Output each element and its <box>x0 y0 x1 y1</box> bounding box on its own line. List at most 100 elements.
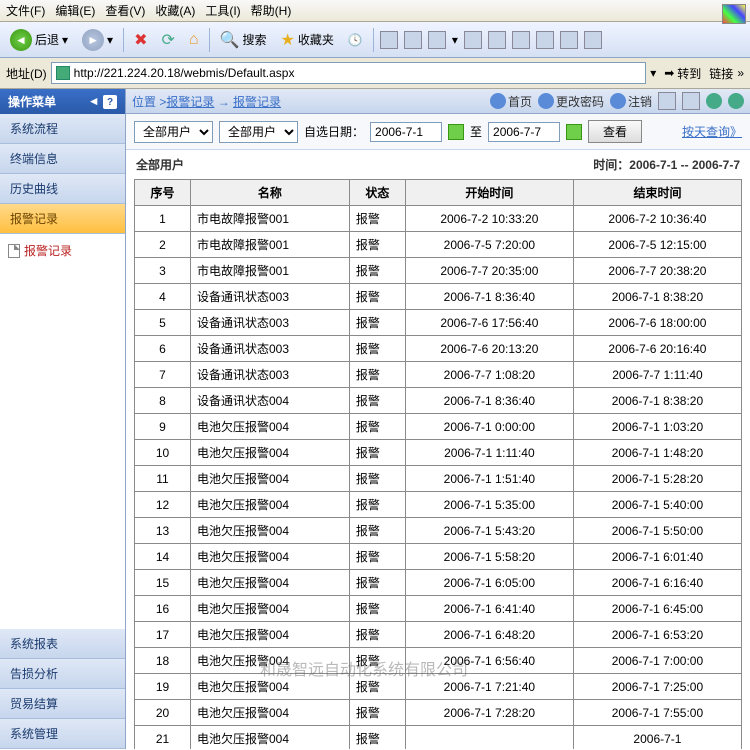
home-icon <box>490 93 506 109</box>
toolbar-icon[interactable] <box>658 92 676 110</box>
search-icon: 🔍 <box>220 30 240 50</box>
table-cell: 市电故障报警001 <box>190 232 349 258</box>
table-cell: 2006-7-1 6:05:00 <box>405 570 573 596</box>
table-cell: 2006-7-7 20:35:00 <box>405 258 573 284</box>
table-row: 18电池欠压报警004报警2006-7-1 6:56:402006-7-1 7:… <box>135 648 742 674</box>
table-cell: 2006-7-1 6:41:40 <box>405 596 573 622</box>
toolbar-icon[interactable] <box>488 31 506 49</box>
user-select-2[interactable]: 全部用户 <box>219 121 298 143</box>
table-cell: 电池欠压报警004 <box>190 518 349 544</box>
home-icon[interactable]: ⌂ <box>185 29 203 51</box>
sidebar-item[interactable]: 报警记录 <box>0 204 125 234</box>
view-button[interactable]: 查看 <box>588 120 642 143</box>
sidebar-subpanel: 报警记录 <box>0 234 125 629</box>
table-cell: 9 <box>135 414 191 440</box>
url-field[interactable]: http://221.224.20.18/webmis/Default.aspx <box>51 62 647 84</box>
table-cell: 13 <box>135 518 191 544</box>
nav-next-icon[interactable] <box>728 93 744 109</box>
column-header: 序号 <box>135 180 191 206</box>
sidebar: 操作菜单 ◄ ? 系统流程终端信息历史曲线报警记录 报警记录 系统报表告损分析贸… <box>0 89 126 749</box>
table-cell: 15 <box>135 570 191 596</box>
chevron-left-icon[interactable]: ◄ <box>88 94 100 108</box>
menu-item[interactable]: 收藏(A) <box>155 2 195 19</box>
table-cell: 报警 <box>349 310 405 336</box>
table-cell: 电池欠压报警004 <box>190 622 349 648</box>
table-cell: 2006-7-2 10:36:40 <box>573 206 741 232</box>
menu-item[interactable]: 编辑(E) <box>55 2 95 19</box>
sidebar-item[interactable]: 系统报表 <box>0 629 125 659</box>
toolbar-icon[interactable] <box>584 31 602 49</box>
windows-logo-icon <box>722 4 746 24</box>
breadcrumb-link[interactable]: 报警记录 <box>233 95 281 109</box>
logout-button[interactable]: 注销 <box>610 93 652 110</box>
table-cell: 报警 <box>349 440 405 466</box>
breadcrumb-link[interactable]: 报警记录 <box>166 95 214 109</box>
sidebar-sub-item[interactable]: 报警记录 <box>6 238 119 263</box>
go-button[interactable]: ➡ 转到 <box>660 63 705 84</box>
help-icon[interactable]: ? <box>103 95 117 109</box>
table-cell: 电池欠压报警004 <box>190 414 349 440</box>
sidebar-item[interactable]: 终端信息 <box>0 144 125 174</box>
sidebar-item[interactable]: 系统流程 <box>0 114 125 144</box>
table-cell: 报警 <box>349 206 405 232</box>
sidebar-item[interactable]: 贸易结算 <box>0 689 125 719</box>
table-row: 3市电故障报警001报警2006-7-7 20:35:002006-7-7 20… <box>135 258 742 284</box>
menu-item[interactable]: 帮助(H) <box>251 2 292 19</box>
column-header: 结束时间 <box>573 180 741 206</box>
stop-icon[interactable]: ✖ <box>130 28 151 52</box>
column-header: 开始时间 <box>405 180 573 206</box>
main-panel: 位置 >报警记录 → 报警记录 首页 更改密码 注销 全部用户 全部用户 自选日… <box>126 89 750 749</box>
home-button[interactable]: 首页 <box>490 93 532 110</box>
table-cell: 2006-7-1 6:48:20 <box>405 622 573 648</box>
menu-item[interactable]: 查看(V) <box>105 2 145 19</box>
sidebar-item[interactable]: 系统管理 <box>0 719 125 749</box>
nav-prev-icon[interactable] <box>706 93 722 109</box>
table-cell: 2006-7-1 6:56:40 <box>405 648 573 674</box>
table-cell: 1 <box>135 206 191 232</box>
toolbar-icon[interactable] <box>428 31 446 49</box>
toolbar-icon[interactable] <box>404 31 422 49</box>
menu-item[interactable]: 文件(F) <box>6 2 45 19</box>
toolbar-icon[interactable] <box>536 31 554 49</box>
links-label[interactable]: 链接 <box>709 65 733 82</box>
date-from-input[interactable] <box>370 122 442 142</box>
table-row: 8设备通讯状态004报警2006-7-1 8:36:402006-7-1 8:3… <box>135 388 742 414</box>
toolbar-icon[interactable] <box>682 92 700 110</box>
table-row: 21电池欠压报警004报警2006-7-1 <box>135 726 742 750</box>
search-button[interactable]: 🔍搜索 <box>216 28 271 52</box>
sidebar-item[interactable]: 历史曲线 <box>0 174 125 204</box>
calendar-icon[interactable] <box>566 124 582 140</box>
document-icon <box>8 244 20 258</box>
refresh-icon[interactable]: ⟳ <box>157 28 178 52</box>
table-row: 1市电故障报警001报警2006-7-2 10:33:202006-7-2 10… <box>135 206 742 232</box>
toolbar-icon[interactable] <box>560 31 578 49</box>
forward-button[interactable]: ► ▾ <box>78 27 117 53</box>
toolbar-icon[interactable] <box>464 31 482 49</box>
table-cell: 市电故障报警001 <box>190 206 349 232</box>
table-cell: 设备通讯状态003 <box>190 336 349 362</box>
table-cell: 2006-7-1 6:01:40 <box>573 544 741 570</box>
date-to-input[interactable] <box>488 122 560 142</box>
toolbar-icon[interactable] <box>512 31 530 49</box>
query-by-day-link[interactable]: 按天查询》 <box>682 123 742 140</box>
toolbar-icon[interactable] <box>380 31 398 49</box>
sidebar-item[interactable]: 告损分析 <box>0 659 125 689</box>
table-cell: 3 <box>135 258 191 284</box>
table-cell: 2006-7-1 8:36:40 <box>405 388 573 414</box>
table-caption: 全部用户 <box>136 156 184 173</box>
top-bar: 位置 >报警记录 → 报警记录 首页 更改密码 注销 <box>126 89 750 114</box>
menu-item[interactable]: 工具(I) <box>205 2 240 19</box>
table-cell: 2006-7-5 7:20:00 <box>405 232 573 258</box>
history-icon[interactable]: 🕓 <box>344 31 367 49</box>
back-button[interactable]: ◄后退 ▾ <box>6 27 72 53</box>
calendar-icon[interactable] <box>448 124 464 140</box>
table-row: 4设备通讯状态003报警2006-7-1 8:36:402006-7-1 8:3… <box>135 284 742 310</box>
table-cell: 电池欠压报警004 <box>190 440 349 466</box>
table-cell: 7 <box>135 362 191 388</box>
table-cell: 2006-7-1 6:45:00 <box>573 596 741 622</box>
change-password-button[interactable]: 更改密码 <box>538 93 604 110</box>
favorites-button[interactable]: ★收藏夹 <box>277 28 338 52</box>
table-cell: 2006-7-1 <box>573 726 741 750</box>
user-select-1[interactable]: 全部用户 <box>134 121 213 143</box>
table-cell: 2006-7-7 1:08:20 <box>405 362 573 388</box>
